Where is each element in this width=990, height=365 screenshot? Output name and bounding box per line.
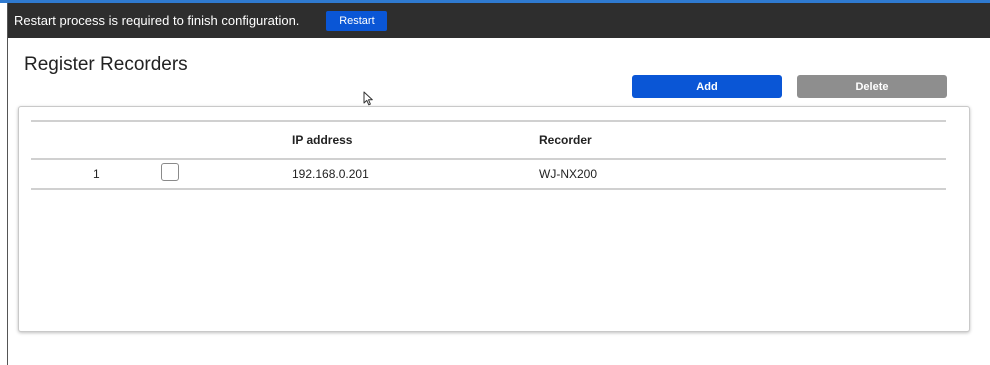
restart-button[interactable]: Restart <box>326 10 388 31</box>
row-select-checkbox[interactable] <box>161 163 179 181</box>
table-row: 1 192.168.0.201 WJ-NX200 <box>31 160 946 190</box>
add-button[interactable]: Add <box>632 75 782 98</box>
row-recorder: WJ-NX200 <box>539 167 598 181</box>
page-title: Register Recorders <box>24 54 188 75</box>
recorders-panel: IP address Recorder 1 192.168.0.201 WJ-N… <box>18 106 970 332</box>
row-index: 1 <box>93 167 100 181</box>
table-header: IP address Recorder <box>31 122 946 160</box>
recorders-table: IP address Recorder 1 192.168.0.201 WJ-N… <box>31 120 946 190</box>
row-ip-address: 192.168.0.201 <box>292 167 369 181</box>
left-border-line <box>7 3 8 365</box>
column-header-ip-address: IP address <box>292 133 353 147</box>
restart-notice-text: Restart process is required to finish co… <box>14 13 300 28</box>
delete-button[interactable]: Delete <box>797 75 947 98</box>
column-header-recorder: Recorder <box>539 133 592 147</box>
page: Restart process is required to finish co… <box>0 0 990 365</box>
restart-notice-bar: Restart process is required to finish co… <box>8 3 990 38</box>
mouse-pointer-icon <box>363 91 373 106</box>
